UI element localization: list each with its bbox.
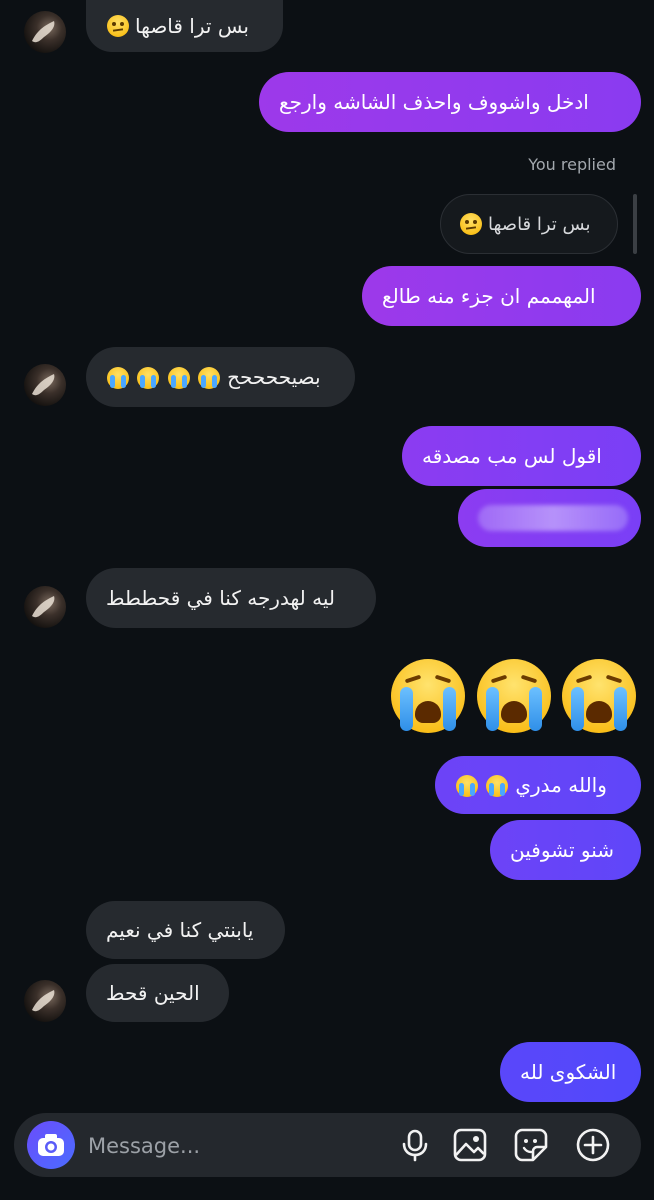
replied-label: You replied	[528, 155, 616, 174]
message-text: الشكوى لله	[520, 1060, 617, 1084]
message-text: بصيححححح	[227, 365, 321, 389]
crying-face-emoji-icon	[107, 367, 129, 390]
message-text: المهممم ان جزء منه طالع	[382, 284, 596, 308]
message-text: ادخل واشووف واحذف الشاشه وارجع	[279, 90, 589, 114]
quoted-message[interactable]: بس ترا قاصها	[440, 194, 618, 254]
message-input[interactable]	[86, 1125, 380, 1167]
crying-emoji-group	[455, 773, 509, 798]
blurred-content	[478, 505, 628, 531]
crying-face-emoji-icon	[198, 367, 221, 390]
message-text: والله مدري	[515, 773, 607, 797]
incoming-message[interactable]: بصيححححح	[86, 347, 355, 407]
contact-avatar[interactable]	[24, 586, 66, 628]
gallery-icon	[453, 1128, 487, 1162]
contact-avatar[interactable]	[24, 11, 66, 53]
outgoing-message[interactable]: المهممم ان جزء منه طالع	[362, 266, 641, 326]
crying-face-emoji-icon[interactable]	[391, 659, 465, 733]
message-composer	[14, 1113, 641, 1177]
outgoing-message[interactable]: شنو تشوفين	[490, 820, 641, 880]
plus-circle-icon	[576, 1128, 610, 1162]
sticker-button[interactable]	[513, 1127, 549, 1163]
message-text: بس ترا قاصها	[135, 14, 249, 38]
crying-face-emoji-icon	[486, 775, 509, 798]
crying-face-emoji-icon[interactable]	[562, 659, 636, 733]
raised-eyebrow-emoji-icon	[107, 15, 129, 37]
camera-button[interactable]	[27, 1121, 75, 1169]
contact-avatar[interactable]	[24, 980, 66, 1022]
outgoing-message[interactable]: الشكوى لله	[500, 1042, 641, 1102]
incoming-message[interactable]: بس ترا قاصها	[86, 0, 283, 52]
incoming-message[interactable]: ليه لهدرجه كنا في قحططط	[86, 568, 376, 628]
incoming-message[interactable]: الحين قحط	[86, 964, 229, 1022]
sticker-icon	[514, 1128, 548, 1162]
message-text: ليه لهدرجه كنا في قحططط	[106, 586, 335, 610]
outgoing-message[interactable]: والله مدري	[435, 756, 641, 814]
crying-face-emoji-icon	[456, 775, 478, 798]
microphone-icon	[402, 1129, 428, 1162]
contact-avatar[interactable]	[24, 364, 66, 406]
message-text: شنو تشوفين	[510, 838, 615, 862]
microphone-button[interactable]	[397, 1127, 433, 1163]
message-thread: بس ترا قاصها ادخل واشووف واحذف الشاشه وا…	[0, 0, 654, 1108]
camera-icon	[38, 1134, 64, 1156]
outgoing-message[interactable]: ادخل واشووف واحذف الشاشه وارجع	[259, 72, 641, 132]
message-text: يابنتي كنا في نعيم	[106, 918, 254, 942]
crying-face-emoji-icon	[167, 367, 190, 390]
more-button[interactable]	[575, 1127, 611, 1163]
message-text: اقول لس مب مصدقه	[422, 444, 602, 468]
crying-emoji-group	[106, 365, 221, 390]
crying-face-emoji-icon	[137, 367, 160, 390]
message-text: الحين قحط	[106, 981, 200, 1005]
quoted-text: بس ترا قاصها	[488, 213, 591, 235]
incoming-message[interactable]: يابنتي كنا في نعيم	[86, 901, 285, 959]
crying-face-emoji-icon[interactable]	[477, 659, 551, 733]
raised-eyebrow-emoji-icon	[460, 213, 482, 235]
reply-indicator-bar	[633, 194, 637, 254]
outgoing-message[interactable]: اقول لس مب مصدقه	[402, 426, 641, 486]
gallery-button[interactable]	[452, 1127, 488, 1163]
